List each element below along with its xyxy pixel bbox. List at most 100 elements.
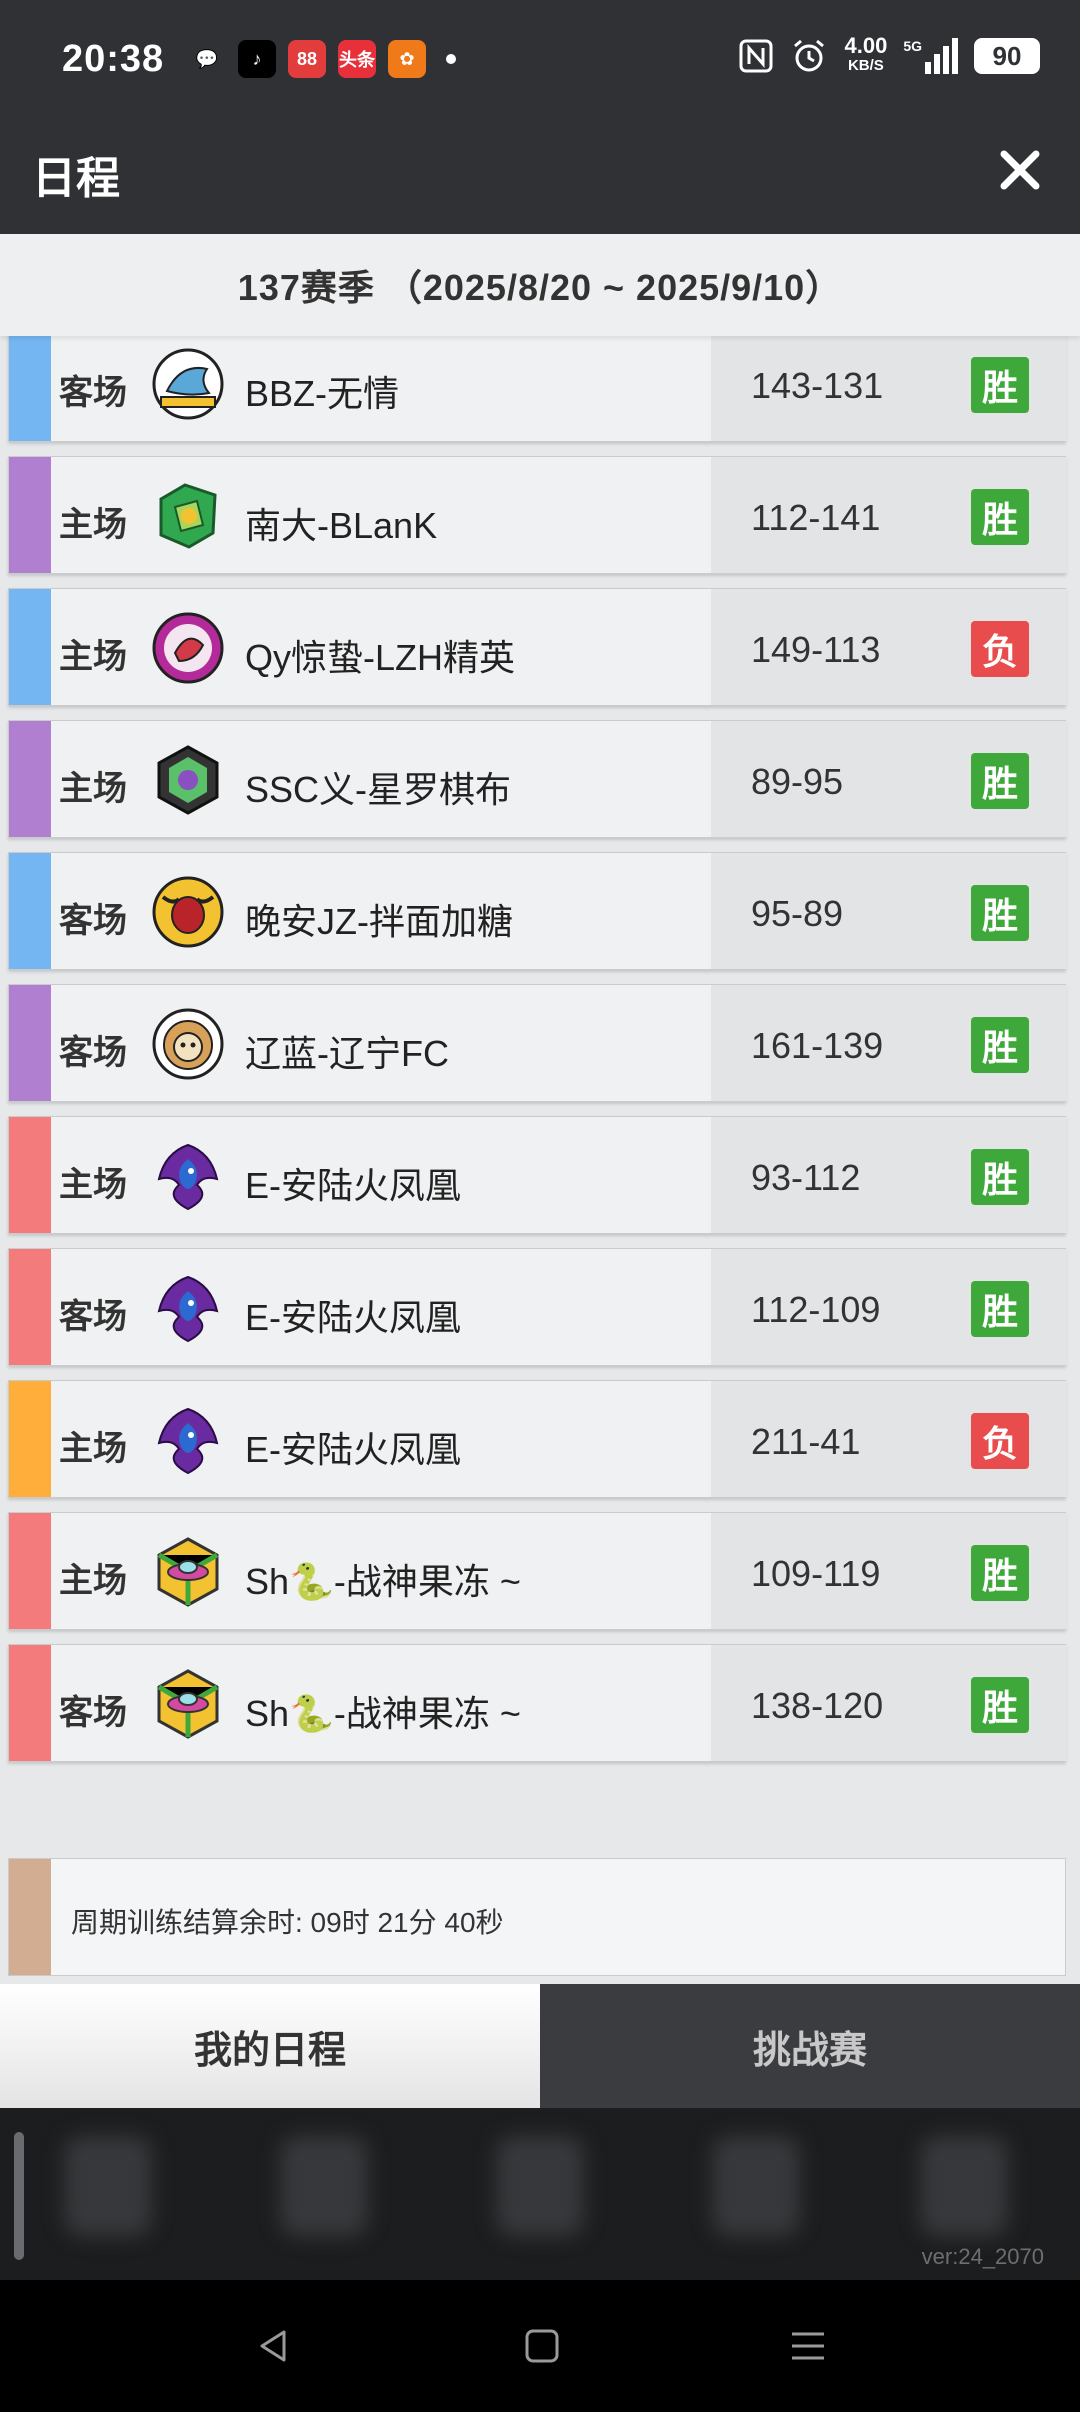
match-row[interactable]: 客场 晚安JZ-拌面加糖 95-89 胜 xyxy=(8,852,1067,970)
venue-label: 主场 xyxy=(59,506,127,544)
training-countdown: 周期训练结算余时: 09时 21分 40秒 xyxy=(71,1907,504,1938)
row-stripe xyxy=(9,721,51,837)
match-row[interactable]: 主场 SSC义-星罗棋布 89-95 胜 xyxy=(8,720,1067,838)
nav-icon-3[interactable] xyxy=(496,2136,584,2236)
row-stripe xyxy=(9,1645,51,1761)
opponent-name: SSC义-星罗棋布 xyxy=(245,769,512,810)
match-score: 149-113 xyxy=(751,629,881,670)
home-button[interactable] xyxy=(512,2316,572,2376)
nav-icon-1[interactable] xyxy=(64,2136,152,2236)
venue-label: 主场 xyxy=(59,638,127,676)
result-badge: 胜 xyxy=(971,1149,1029,1205)
row-stripe xyxy=(9,1381,51,1497)
venue-label: 客场 xyxy=(59,1694,127,1732)
match-score: 211-41 xyxy=(751,1421,861,1462)
opponent-name: BBZ-无情 xyxy=(245,373,400,414)
result-badge: 胜 xyxy=(971,1281,1029,1337)
status-time: 20:38 xyxy=(62,38,165,80)
version-label: ver:24_2070 xyxy=(921,2244,1044,2269)
season-header: 137赛季 （2025/8/20 ~ 2025/9/10） xyxy=(0,234,1080,336)
opponent-name: 辽蓝-辽宁FC xyxy=(245,1033,449,1074)
back-button[interactable] xyxy=(244,2316,304,2376)
match-score: 95-89 xyxy=(751,893,844,934)
tab-challenge[interactable]: 挑战赛 xyxy=(540,1984,1080,2108)
status-right: 4.00 KB/S 5G 90 xyxy=(738,35,1040,76)
opponent-name: Sh🐍-战神果冻 ~ xyxy=(245,1693,521,1734)
opponent-name: E-安陆火凤凰 xyxy=(245,1165,462,1206)
match-score: 161-139 xyxy=(751,1025,884,1066)
opponent-name: 晚安JZ-拌面加糖 xyxy=(245,901,513,942)
row-stripe xyxy=(9,1249,51,1365)
result-badge: 胜 xyxy=(971,885,1029,941)
match-score: 138-120 xyxy=(751,1685,884,1726)
tab-bar: 我的日程 挑战赛 xyxy=(0,1984,1080,2108)
venue-label: 主场 xyxy=(59,1562,127,1600)
result-badge: 胜 xyxy=(971,357,1029,413)
match-score: 89-95 xyxy=(751,761,844,802)
opponent-name: Sh🐍-战神果冻 ~ xyxy=(245,1561,521,1602)
venue-label: 主场 xyxy=(59,1166,127,1204)
row-stripe xyxy=(9,457,51,573)
team-logo-icon xyxy=(151,611,225,685)
match-row[interactable]: 主场 E-安陆火凤凰 211-41 负 xyxy=(8,1380,1067,1498)
nav-icon-5[interactable] xyxy=(920,2136,1008,2236)
row-stripe xyxy=(9,985,51,1101)
battery-indicator: 90 xyxy=(974,38,1040,74)
venue-label: 客场 xyxy=(59,1298,127,1336)
result-badge: 胜 xyxy=(971,1677,1029,1733)
venue-label: 主场 xyxy=(59,770,127,808)
opponent-name: E-安陆火凤凰 xyxy=(245,1297,462,1338)
result-badge: 胜 xyxy=(971,753,1029,809)
team-logo-icon xyxy=(151,1403,225,1477)
tab-my-schedule[interactable]: 我的日程 xyxy=(0,1984,540,2108)
nav-icon-4[interactable] xyxy=(712,2136,800,2236)
close-icon xyxy=(1000,150,1040,190)
wechat-icon: 💬 xyxy=(188,40,226,78)
schedule-content[interactable]: 主场 Q小丑-大有道道 132-123 负 客场 BBZ-无情 143-131 … xyxy=(0,234,1080,1984)
alarm-icon xyxy=(794,39,825,72)
bottom-nav: ver:24_2070 xyxy=(0,2108,1080,2280)
team-logo-icon xyxy=(151,875,225,949)
venue-label: 客场 xyxy=(59,902,127,940)
menu-icon xyxy=(792,2332,824,2360)
recents-button[interactable] xyxy=(778,2316,838,2376)
close-button[interactable] xyxy=(988,138,1052,202)
page-title: 日程 xyxy=(32,154,120,203)
match-row[interactable]: 客场 BBZ-无情 143-131 胜 xyxy=(8,324,1067,442)
match-row[interactable]: 主场 E-安陆火凤凰 93-112 胜 xyxy=(8,1116,1067,1234)
opponent-name: E-安陆火凤凰 xyxy=(245,1429,462,1470)
notification-icons: 💬 ♪ 88 头条 ✿ xyxy=(188,40,456,78)
match-row[interactable]: 主场 Qy惊蛰-LZH精英 149-113 负 xyxy=(8,588,1067,706)
nav-icon-2[interactable] xyxy=(280,2136,368,2236)
team-logo-icon xyxy=(151,1667,225,1741)
row-stripe xyxy=(9,1117,51,1233)
season-label: 137赛季 （2025/8/20 ~ 2025/9/10） xyxy=(237,267,843,308)
team-logo-icon xyxy=(151,347,225,421)
row-stripe xyxy=(9,589,51,705)
signal-icon: 5G xyxy=(903,38,958,74)
row-stripe xyxy=(9,325,51,441)
back-icon xyxy=(260,2330,286,2362)
match-score: 143-131 xyxy=(751,365,884,406)
match-score: 109-119 xyxy=(751,1553,881,1594)
team-logo-icon xyxy=(151,1271,225,1345)
row-stripe xyxy=(9,1513,51,1629)
scroll-handle[interactable] xyxy=(14,2132,24,2260)
match-row[interactable]: 客场 E-安陆火凤凰 112-109 胜 xyxy=(8,1248,1067,1366)
result-badge: 负 xyxy=(971,621,1029,677)
match-row[interactable]: 主场 南大-BLanK 112-141 胜 xyxy=(8,456,1067,574)
app-red-icon: 88 xyxy=(288,40,326,78)
match-row[interactable]: 客场 Sh🐍-战神果冻 ~ 138-120 胜 xyxy=(8,1644,1067,1762)
result-badge: 胜 xyxy=(971,1017,1029,1073)
home-icon xyxy=(525,2329,559,2363)
match-row[interactable]: 客场 辽蓝-辽宁FC 161-139 胜 xyxy=(8,984,1067,1102)
row-stripe xyxy=(9,853,51,969)
status-bar: 20:38 💬 ♪ 88 头条 ✿ 4.00 KB/S 5G 90 xyxy=(0,0,1080,108)
tiktok-icon: ♪ xyxy=(238,40,276,78)
nfc-icon xyxy=(739,39,773,73)
team-logo-icon xyxy=(151,1007,225,1081)
opponent-name: 南大-BLanK xyxy=(245,505,438,546)
toutiao-icon: 头条 xyxy=(338,40,376,78)
match-row[interactable]: 主场 Sh🐍-战神果冻 ~ 109-119 胜 xyxy=(8,1512,1067,1630)
result-badge: 胜 xyxy=(971,1545,1029,1601)
